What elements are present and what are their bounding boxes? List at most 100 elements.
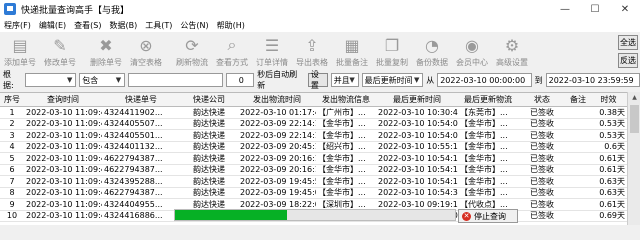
table-row[interactable]: 2 2022-03-10 11:09:484324405507... 韵达快递 202… [0, 119, 627, 130]
invert-selection-button[interactable]: 反选 [618, 53, 638, 68]
menu-edit[interactable]: 编辑(E) [35, 20, 70, 31]
scroll-up-icon[interactable]: ▲ [628, 92, 640, 103]
table-scrollbar[interactable]: ▲ [627, 92, 640, 225]
edit-number-button[interactable]: ✎ 修改单号 [40, 33, 80, 69]
scrollbar-thumb[interactable] [630, 105, 639, 133]
cell-courier: 韵达快递 [193, 119, 225, 129]
cell-tracking-number: 4324416886... [104, 211, 163, 221]
table-row[interactable]: 6 2022-03-10 11:09:484622794387... 韵达快递 202… [0, 165, 627, 176]
cell-ship-info: 【金华市】... [318, 188, 366, 198]
to-datetime-input[interactable]: 2022-03-10 23:59:59 [545, 73, 640, 87]
order-detail-button[interactable]: ☰ 订单详情 [252, 33, 292, 69]
menu-tools[interactable]: 工具(T) [141, 20, 176, 31]
cell-last-update-time: 2022-03-10 10:54:38 [378, 188, 458, 198]
batch-copy-button[interactable]: ❐ 批量复制 [372, 33, 412, 69]
cell-status: 已签收 [530, 142, 554, 152]
cell-query-time: 2022-03-10 11:09:48 [26, 107, 102, 117]
table-row[interactable]: 4 2022-03-10 11:09:484324401132... 韵达快递 202… [0, 142, 627, 153]
cell-index: 4 [9, 142, 15, 152]
cell-last-update-info: 【金华市】... [460, 142, 508, 152]
table-row[interactable]: 5 2022-03-10 11:09:484622794387... 韵达快递 202… [0, 153, 627, 165]
menu-help[interactable]: 帮助(H) [213, 20, 249, 31]
col-header-tracking-number[interactable]: 快递单号 [102, 94, 180, 105]
cell-index: 9 [9, 199, 15, 209]
cell-last-update-info: 【金华市】... [460, 130, 508, 140]
table-row[interactable]: 7 2022-03-10 11:09:484324395288... 韵达快递 202… [0, 176, 627, 188]
export-table-button[interactable]: ⇪ 导出表格 [292, 33, 332, 69]
filter-mode-select[interactable]: 包含 ▼ [79, 73, 125, 87]
cell-status: 已签收 [530, 119, 554, 129]
menu-program[interactable]: 程序(F) [0, 20, 35, 31]
cell-query-time: 2022-03-10 11:09:48 [26, 188, 102, 198]
close-button[interactable]: ✕ [610, 0, 640, 18]
filter-keyword-input[interactable] [127, 73, 224, 87]
cell-courier: 韵达快递 [193, 153, 225, 163]
cell-ship-info: 【金华市】... [318, 153, 366, 163]
cell-duration: 0.53天 [599, 130, 625, 140]
maximize-button[interactable]: ☐ [580, 0, 610, 18]
cell-tracking-number: 4622794387... [104, 153, 163, 163]
menu-data[interactable]: 数据(B) [105, 20, 141, 31]
clear-table-button[interactable]: ⊗ 清空表格 [126, 33, 166, 69]
backup-data-button[interactable]: ◔ 备份数据 [412, 33, 452, 69]
add-number-button[interactable]: ▤ 添加单号 [0, 33, 40, 69]
cell-ship-info: 【金华市】... [318, 165, 366, 175]
col-header-status[interactable]: 状态 [518, 94, 566, 105]
delete-number-button[interactable]: ✖ 删除单号 [86, 33, 126, 69]
col-header-courier[interactable]: 快递公司 [180, 94, 238, 105]
auto-refresh-label: 秒后自动刷新 [257, 70, 298, 90]
col-header-index[interactable]: 序号 [0, 94, 24, 105]
col-header-ship-time[interactable]: 发出物流时间 [238, 94, 316, 105]
cell-last-update-time: 2022-03-10 10:54:11 [378, 165, 458, 175]
cell-duration: 0.63天 [599, 188, 625, 198]
select-all-button[interactable]: 全选 [618, 35, 638, 50]
col-header-query-time[interactable]: 查询时间 [24, 94, 102, 105]
settings-button[interactable]: 设置 [307, 70, 328, 90]
stop-query-button[interactable]: ✕ 停止查询 [458, 209, 518, 223]
refresh-seconds-input[interactable]: 0 [226, 73, 255, 87]
advanced-settings-icon: ⚙ [504, 35, 520, 55]
table-row[interactable]: 1 2022-03-10 11:09:484324411902... 韵达快递 202… [0, 107, 627, 119]
cell-index: 10 [6, 211, 18, 221]
minimize-button[interactable]: — [550, 0, 580, 18]
col-header-ship-info[interactable]: 发出物流信息 [316, 94, 376, 105]
filter-label: 根据: [3, 70, 14, 90]
clear-table-icon: ⊗ [139, 35, 153, 55]
member-center-button[interactable]: ◉ 会员中心 [452, 33, 492, 69]
cell-duration: 0.53天 [599, 119, 625, 129]
col-header-last-update-time[interactable]: 最后更新时间 [376, 94, 458, 105]
chevron-down-icon: ▼ [67, 76, 73, 84]
cell-duration: 0.69天 [599, 211, 625, 221]
view-mode-icon: ⌕ [227, 35, 237, 54]
from-datetime-input[interactable]: 2022-03-10 00:00:00 [437, 73, 532, 87]
table-row[interactable]: 8 2022-03-10 11:09:484622794387... 韵达快递 202… [0, 188, 627, 199]
time-field-select[interactable]: 最后更新时间 ▼ [361, 73, 424, 87]
add-number-icon: ▤ [12, 35, 28, 55]
menu-view[interactable]: 查看(S) [70, 20, 105, 31]
cell-ship-time: 2022-03-09 19:45:56 [240, 176, 316, 186]
refresh-logistics-button[interactable]: ⟳ 刷新物流 [172, 33, 212, 69]
menu-notice[interactable]: 公告(N) [176, 20, 212, 31]
col-header-duration[interactable]: 时效 [590, 94, 627, 105]
cell-ship-time: 2022-03-09 22:14:16 [240, 130, 316, 140]
cell-last-update-info: 【金华市】... [460, 188, 508, 198]
advanced-settings-button[interactable]: ⚙ 高级设置 [492, 33, 532, 69]
stop-icon: ✕ [462, 211, 471, 221]
cell-last-update-info: 【金华市】... [460, 165, 508, 175]
filter-field-select[interactable]: ▼ [24, 73, 77, 87]
cell-tracking-number: 4324401132... [104, 142, 163, 152]
cell-ship-time: 2022-03-09 22:14:16 [240, 119, 316, 129]
member-center-icon: ◉ [465, 35, 479, 55]
batch-remark-button[interactable]: ▦ 批量备注 [332, 33, 372, 69]
stop-query-label: 停止查询 [474, 211, 506, 221]
backup-data-icon: ◔ [425, 35, 439, 55]
col-header-last-update-info[interactable]: 最后更新物流 [458, 94, 518, 105]
col-header-remark[interactable]: 备注 [566, 94, 590, 105]
cell-ship-info: 【金华市】... [318, 130, 366, 140]
logic-select[interactable]: 并且 ▼ [330, 73, 359, 87]
cell-index: 1 [9, 107, 15, 117]
cell-last-update-info: 【金华市】... [460, 153, 508, 163]
table-row[interactable]: 3 2022-03-10 11:09:484324405501... 韵达快递 202… [0, 130, 627, 142]
table-body: 12022-03-10 11:09:484324411902...韵达快递202… [0, 107, 627, 222]
view-mode-button[interactable]: ⌕ 查看方式 [212, 33, 252, 69]
